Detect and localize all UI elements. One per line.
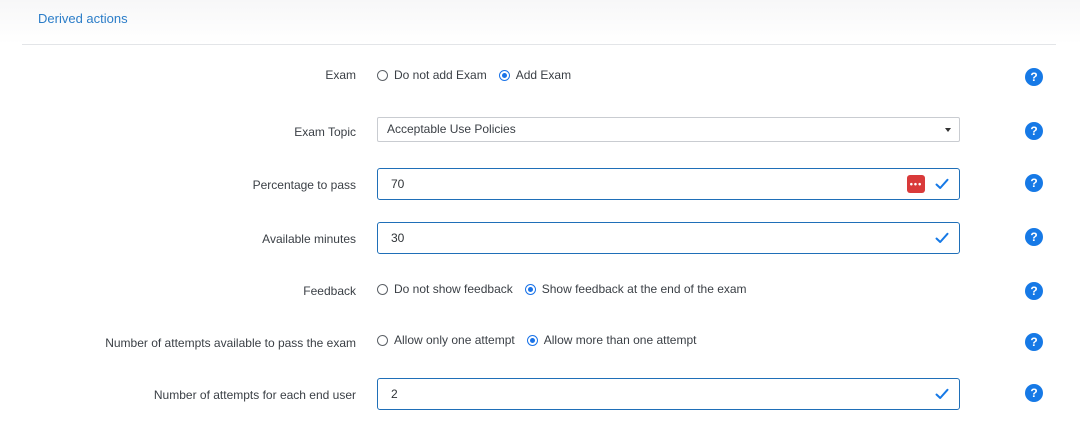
radio-show-feedback-end[interactable]: Show feedback at the end of the exam: [524, 282, 747, 296]
radio-label: Allow more than one attempt: [543, 333, 697, 347]
percentage-help-icon[interactable]: ?: [1025, 174, 1043, 192]
attempts-count-row: Number of attempts for each end user 2: [0, 378, 1080, 412]
check-icon: [935, 178, 949, 189]
exam-row: Exam Do not add Exam Add Exam: [0, 58, 1080, 92]
exam-label: Exam: [325, 68, 356, 82]
exam-topic-row: Exam Topic Acceptable Use Policies: [0, 115, 1080, 149]
percentage-row: Percentage to pass 70 •••: [0, 168, 1080, 202]
exam-help-icon[interactable]: ?: [1025, 68, 1043, 86]
feedback-help-icon[interactable]: ?: [1025, 282, 1043, 300]
feedback-row: Feedback Do not show feedback Show feedb…: [0, 274, 1080, 308]
radio-do-not-show-feedback[interactable]: Do not show feedback: [377, 282, 513, 296]
radio-allow-one-attempt[interactable]: Allow only one attempt: [377, 333, 515, 347]
check-icon: [935, 232, 949, 243]
radio-label: Do not add Exam: [394, 68, 487, 82]
radio-circle[interactable]: [377, 69, 388, 81]
radio-label: Add Exam: [515, 68, 572, 82]
exam-topic-help-icon[interactable]: ?: [1025, 122, 1043, 140]
divider: [22, 44, 1056, 45]
minutes-help-icon[interactable]: ?: [1025, 228, 1043, 246]
exam-topic-select[interactable]: Acceptable Use Policies: [377, 117, 960, 142]
radio-circle-checked[interactable]: [526, 334, 538, 346]
section-title[interactable]: Derived actions: [38, 11, 128, 26]
radio-label: Allow only one attempt: [394, 333, 515, 347]
percentage-label: Percentage to pass: [252, 178, 356, 192]
attempts-mode-help-icon[interactable]: ?: [1025, 333, 1043, 351]
percentage-input[interactable]: 70 •••: [377, 168, 960, 200]
minutes-row: Available minutes 30: [0, 222, 1080, 256]
attempts-count-input[interactable]: 2: [377, 378, 960, 410]
check-icon: [935, 388, 949, 399]
radio-add-exam[interactable]: Add Exam: [498, 68, 572, 82]
attempts-mode-radio-group: Allow only one attempt Allow more than o…: [377, 323, 708, 357]
feedback-label: Feedback: [303, 284, 356, 298]
percentage-value: 70: [391, 177, 405, 191]
radio-circle-checked[interactable]: [498, 69, 510, 81]
radio-do-not-add-exam[interactable]: Do not add Exam: [377, 68, 487, 82]
attempts-count-help-icon[interactable]: ?: [1025, 384, 1043, 402]
attempts-mode-row: Number of attempts available to pass the…: [0, 326, 1080, 360]
radio-allow-more-attempts[interactable]: Allow more than one attempt: [526, 333, 697, 347]
feedback-radio-group: Do not show feedback Show feedback at th…: [377, 272, 759, 306]
radio-circle[interactable]: [377, 334, 388, 346]
attempts-count-value: 2: [391, 387, 398, 401]
radio-circle[interactable]: [377, 283, 388, 295]
minutes-value: 30: [391, 231, 405, 245]
exam-topic-value: Acceptable Use Policies: [387, 122, 516, 136]
password-manager-icon[interactable]: •••: [907, 175, 925, 193]
minutes-label: Available minutes: [262, 232, 356, 246]
minutes-input[interactable]: 30: [377, 222, 960, 254]
radio-circle-checked[interactable]: [524, 283, 536, 295]
chevron-down-icon: [945, 128, 951, 132]
header-strip: [0, 0, 1080, 44]
exam-radio-group: Do not add Exam Add Exam: [377, 58, 583, 92]
attempts-count-label: Number of attempts for each end user: [153, 388, 356, 402]
radio-label: Show feedback at the end of the exam: [541, 282, 747, 296]
radio-label: Do not show feedback: [394, 282, 513, 296]
exam-topic-label: Exam Topic: [294, 125, 356, 139]
attempts-mode-label: Number of attempts available to pass the…: [105, 336, 356, 350]
